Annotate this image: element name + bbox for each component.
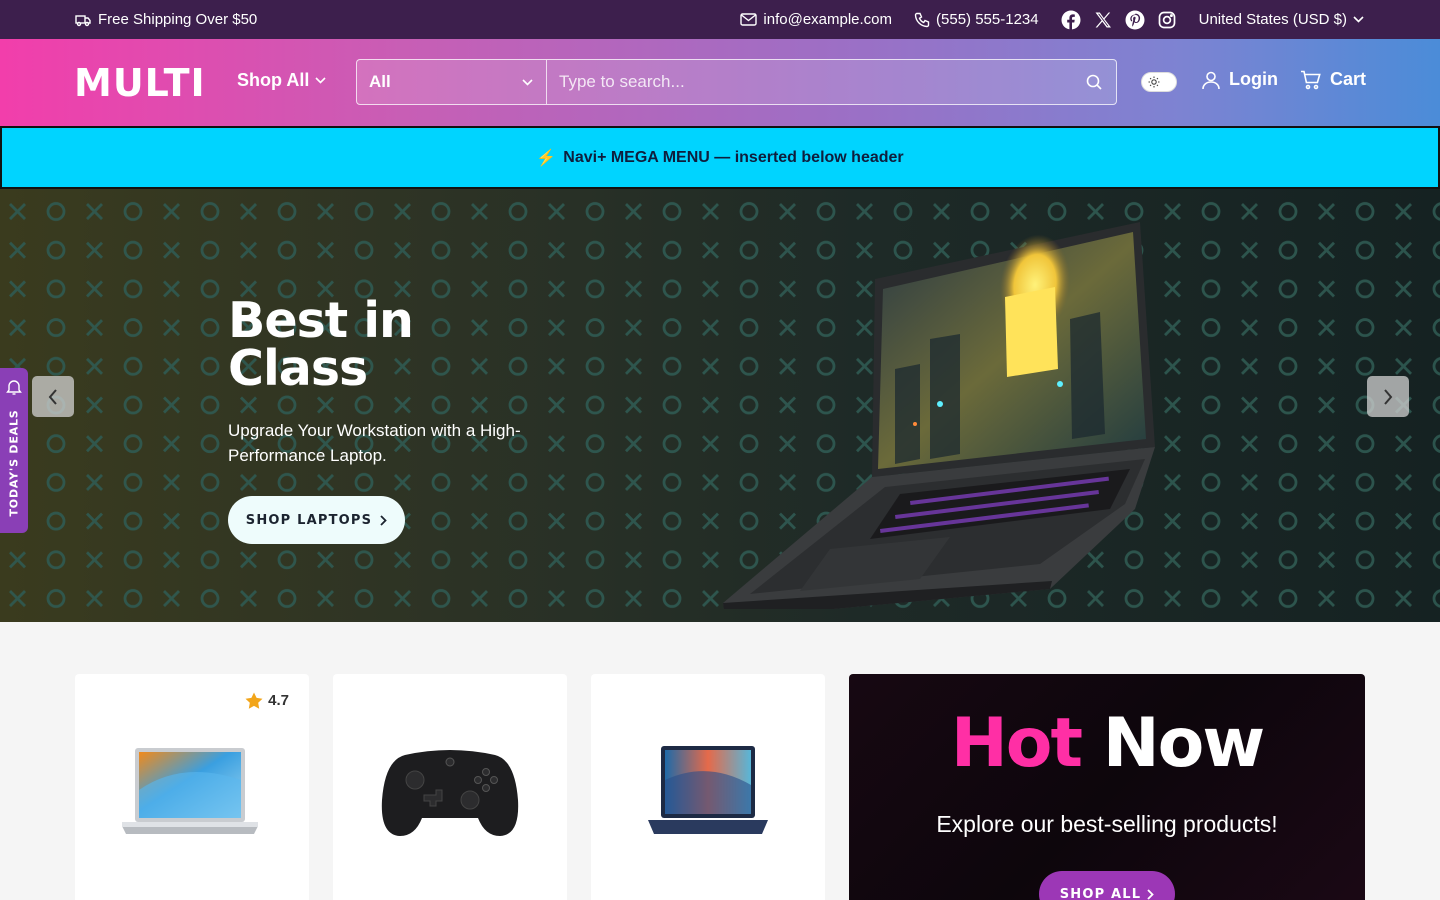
hero-next-button[interactable] bbox=[1367, 376, 1409, 417]
site-header: MULTI Shop All All Login Cart bbox=[0, 39, 1440, 126]
shop-all-label: Shop All bbox=[237, 70, 310, 90]
chevron-right-icon bbox=[1384, 388, 1393, 405]
facebook-icon[interactable] bbox=[1061, 10, 1081, 30]
logo[interactable]: MULTI bbox=[74, 61, 206, 105]
sun-icon bbox=[1148, 76, 1160, 88]
x-icon[interactable] bbox=[1093, 10, 1113, 30]
free-shipping-notice: Free Shipping Over $50 bbox=[75, 0, 257, 39]
search-icon bbox=[1086, 74, 1102, 90]
shipping-text: Free Shipping Over $50 bbox=[98, 11, 258, 28]
product-card[interactable]: 4.7 bbox=[75, 674, 309, 900]
phone-icon bbox=[914, 12, 930, 27]
search-category-value: All bbox=[369, 72, 391, 91]
lightning-icon: ⚡ bbox=[536, 149, 557, 167]
phone-link[interactable]: (555) 555-1234 bbox=[914, 11, 1039, 28]
chevron-down-icon bbox=[315, 77, 326, 84]
product-image-game-controller bbox=[381, 750, 519, 836]
product-image-laptop-navy bbox=[648, 746, 768, 834]
search-category-select[interactable]: All bbox=[357, 60, 547, 104]
shop-all-menu[interactable]: Shop All bbox=[237, 70, 326, 91]
product-rating: 4.7 bbox=[245, 692, 289, 709]
pinterest-icon[interactable] bbox=[1125, 10, 1145, 30]
promo-title-hot: Hot bbox=[950, 704, 1083, 783]
currency-text: United States (USD $) bbox=[1198, 11, 1347, 28]
chevron-down-icon bbox=[1353, 16, 1364, 23]
instagram-icon[interactable] bbox=[1157, 10, 1177, 30]
truck-icon bbox=[75, 14, 91, 26]
search-button[interactable] bbox=[1072, 60, 1116, 104]
bell-icon bbox=[6, 380, 22, 395]
shop-all-button-label: SHOP ALL bbox=[1059, 886, 1142, 900]
top-bar: Free Shipping Over $50 info@example.com … bbox=[0, 0, 1440, 39]
mega-menu-text: Navi+ MEGA MENU — inserted below header bbox=[563, 148, 904, 166]
todays-deals-label: TODAY'S DEALS bbox=[7, 409, 21, 517]
chevron-left-icon bbox=[48, 388, 57, 405]
email-text: info@example.com bbox=[763, 11, 893, 28]
search-input[interactable] bbox=[547, 60, 1072, 104]
currency-selector[interactable]: United States (USD $) bbox=[1199, 11, 1364, 28]
email-link[interactable]: info@example.com bbox=[740, 11, 892, 28]
user-icon bbox=[1202, 71, 1220, 89]
todays-deals-tab[interactable]: TODAY'S DEALS bbox=[0, 368, 28, 533]
hero-title: Best in Class bbox=[228, 292, 414, 397]
phone-text: (555) 555-1234 bbox=[936, 11, 1039, 28]
star-icon bbox=[245, 692, 263, 709]
promo-subtitle: Explore our best-selling products! bbox=[936, 811, 1278, 837]
social-links bbox=[1061, 10, 1177, 30]
product-card[interactable] bbox=[591, 674, 825, 900]
cart-link[interactable]: Cart bbox=[1300, 69, 1366, 90]
product-card[interactable] bbox=[333, 674, 567, 900]
product-image-laptop-silver bbox=[122, 748, 258, 834]
shop-laptops-button[interactable]: SHOP LAPTOPS bbox=[228, 496, 405, 544]
chevron-right-icon bbox=[1147, 888, 1155, 900]
login-label: Login bbox=[1229, 69, 1278, 89]
login-link[interactable]: Login bbox=[1201, 69, 1278, 90]
promo-title-now: Now bbox=[1102, 704, 1265, 783]
mail-icon bbox=[740, 13, 758, 26]
hero-slider: Best in Class Upgrade Your Workstation w… bbox=[0, 189, 1440, 622]
theme-toggle[interactable] bbox=[1141, 72, 1177, 92]
promo-title: Hot Now bbox=[849, 704, 1365, 784]
cart-icon bbox=[1301, 70, 1321, 89]
chevron-right-icon bbox=[380, 514, 387, 526]
shop-laptops-label: SHOP LAPTOPS bbox=[245, 512, 373, 528]
shop-all-button[interactable]: SHOP ALL bbox=[1039, 871, 1175, 900]
hot-now-promo: Hot Now Explore our best-selling product… bbox=[849, 674, 1365, 900]
cart-label: Cart bbox=[1330, 69, 1367, 89]
hero-subtitle: Upgrade Your Workstation with a High-Per… bbox=[228, 421, 521, 465]
chevron-down-icon bbox=[522, 78, 533, 86]
hero-prev-button[interactable] bbox=[32, 376, 74, 417]
mega-menu-banner: ⚡ Navi+ MEGA MENU — inserted below heade… bbox=[0, 126, 1440, 189]
laptop-image bbox=[723, 222, 1155, 609]
search-bar: All bbox=[356, 59, 1117, 105]
rating-value: 4.7 bbox=[268, 692, 289, 709]
